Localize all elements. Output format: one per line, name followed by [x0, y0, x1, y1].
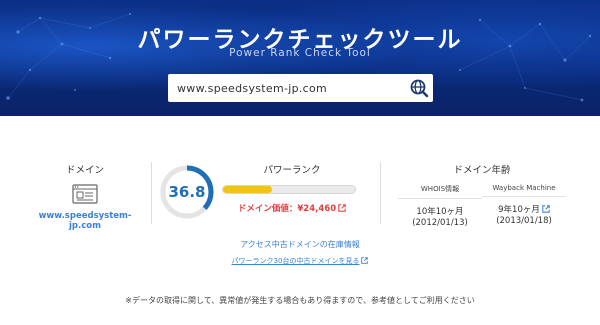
external-link-icon [361, 257, 369, 264]
domain-age-label: ドメイン年齢 [453, 165, 511, 176]
whois-section: WHOIS情報 10年10ヶ月 (2012/01/13) [398, 184, 482, 229]
domain-link[interactable]: www.speedsystem-jp.com [25, 211, 145, 231]
power-rank-bar-fill [223, 186, 272, 193]
external-link-icon [542, 205, 550, 213]
whois-header: WHOIS情報 [398, 184, 482, 199]
power-rank-bar [222, 185, 356, 194]
domain-search-box[interactable]: www.speedsystem-jp.com [168, 74, 433, 102]
globe-search-icon [410, 79, 429, 98]
wayback-date: (2013/01/18) [496, 216, 552, 226]
whois-date: (2012/01/13) [412, 218, 468, 228]
power30-link-text: パワーランク30台の中古ドメインを見る [231, 257, 360, 265]
domain-column: ドメイン www.speedsystem-jp.com [25, 162, 145, 231]
domain-age-column: ドメイン年齢 WHOIS情報 10年10ヶ月 (2012/01/13) Wayb… [398, 162, 566, 229]
power-rank-label: パワーランク [263, 165, 321, 176]
whois-age: 10年10ヶ月 [416, 207, 464, 217]
domain-label: ドメイン [65, 165, 104, 176]
wayback-link[interactable]: 9年10ヶ月 [482, 205, 566, 216]
search-button[interactable] [405, 74, 433, 102]
external-link-icon [338, 204, 346, 212]
power30-link[interactable]: パワーランク30台の中古ドメインを見る [0, 256, 600, 266]
hero-banner: パワーランクチェックツール Power Rank Check Tool www.… [0, 0, 600, 116]
inventory-link[interactable]: アクセス中古ドメインの在庫情報 [0, 239, 600, 250]
wayback-header: Wayback Machine [482, 184, 566, 197]
wayback-section: Wayback Machine 9年10ヶ月 (2013/01/18) [482, 184, 566, 229]
website-icon [72, 184, 98, 204]
domain-value-text: ドメイン価値：¥24,460 [237, 204, 337, 214]
domain-value-link[interactable]: ドメイン価値：¥24,460 [222, 202, 362, 214]
power-rank-score: 36.8 [168, 183, 206, 201]
wayback-value: 9年10ヶ月 (2013/01/18) [482, 205, 566, 227]
power-rank-column: パワーランク ドメイン価値：¥24,460 [222, 162, 362, 214]
domain-search-input[interactable]: www.speedsystem-jp.com [177, 82, 405, 95]
column-divider [380, 162, 381, 224]
column-divider [151, 162, 152, 224]
wayback-age: 9年10ヶ月 [498, 205, 540, 215]
disclaimer-note: ※データの取得に関して、異常値が発生する場合もあり得ますので、参考値としてご利用… [125, 296, 475, 305]
whois-value: 10年10ヶ月 (2012/01/13) [398, 207, 482, 229]
page-subtitle: Power Rank Check Tool [229, 47, 371, 59]
